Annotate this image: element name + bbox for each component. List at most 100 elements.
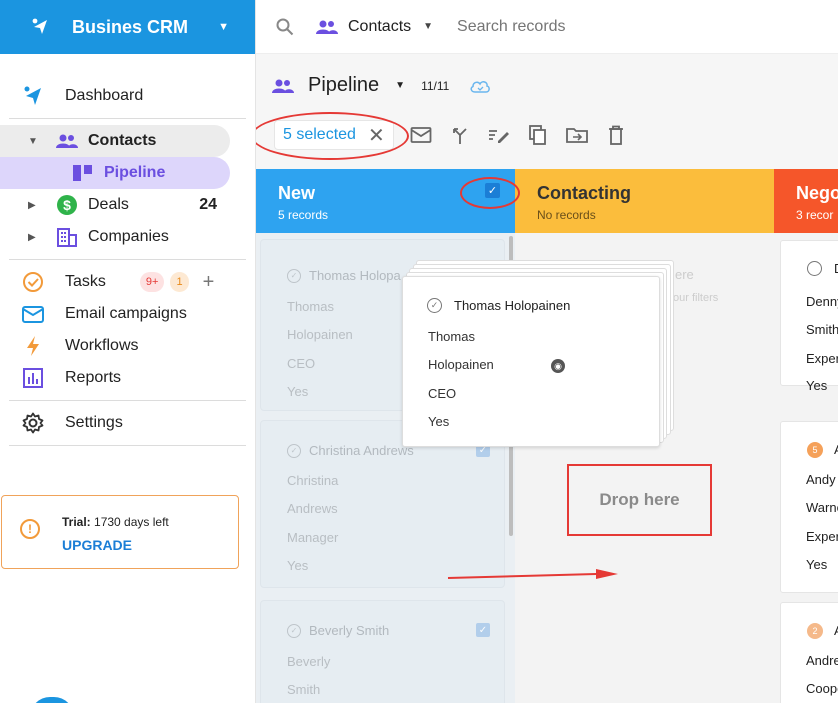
people-icon bbox=[272, 79, 294, 93]
column-title: Nego bbox=[796, 183, 838, 203]
card-checkbox[interactable]: ✓ bbox=[476, 623, 490, 637]
add-task-icon[interactable]: + bbox=[203, 271, 215, 294]
app-logo-icon bbox=[32, 18, 47, 34]
nav-deals[interactable]: ▶ $ Deals 24 bbox=[0, 189, 255, 221]
trash-icon[interactable] bbox=[604, 123, 628, 147]
nav-reports[interactable]: Reports bbox=[0, 362, 255, 394]
column-record-count: 5 records bbox=[278, 208, 329, 222]
nav-label: Pipeline bbox=[104, 164, 166, 181]
card-field: CEO bbox=[428, 386, 457, 401]
card-field: Warne bbox=[806, 500, 838, 515]
card-field: Yes bbox=[428, 414, 450, 429]
sidebar: Busines CRM ▼ Dashboard ▼ Contacts Pipel… bbox=[0, 0, 256, 703]
column-header-negotiation[interactable]: Nego 3 recor bbox=[774, 169, 838, 233]
entity-label: Contacts bbox=[348, 17, 412, 35]
check-circle-icon: ✓ bbox=[287, 268, 301, 283]
building-icon bbox=[56, 226, 78, 248]
people-icon bbox=[56, 130, 78, 152]
pipeline-icon bbox=[72, 162, 94, 184]
caret-down-icon[interactable]: ▼ bbox=[395, 80, 405, 91]
nav-label: Companies bbox=[88, 228, 169, 245]
nav-tasks[interactable]: Tasks 9+ 1 + bbox=[0, 266, 255, 298]
page-title[interactable]: Pipeline bbox=[308, 74, 379, 97]
nav-companies[interactable]: ▶ Companies bbox=[0, 221, 255, 253]
topbar: Contacts ▼ bbox=[256, 0, 838, 54]
card-field: Holopainen bbox=[428, 357, 494, 372]
caret-down-icon: ▼ bbox=[423, 21, 434, 32]
warning-icon: ! bbox=[20, 519, 40, 539]
trial-days: 1730 days left bbox=[94, 515, 169, 529]
pipeline-board: Pipeline ▼ 11/11 5 selected ✕ New 5 reco… bbox=[256, 54, 838, 703]
nav-workflows[interactable]: Workflows bbox=[0, 330, 255, 362]
caret-down-icon[interactable]: ▼ bbox=[218, 21, 229, 33]
divider bbox=[9, 400, 246, 401]
deal-card[interactable]: 2 A Andre Coope bbox=[780, 602, 838, 703]
card-title: Christina Andrews bbox=[309, 443, 414, 458]
copy-icon[interactable] bbox=[526, 123, 550, 147]
nav-contacts[interactable]: ▼ Contacts bbox=[0, 125, 230, 157]
brand-header[interactable]: Busines CRM ▼ bbox=[0, 0, 255, 54]
drop-zone[interactable]: Drop here bbox=[567, 464, 712, 536]
card-title: A bbox=[834, 623, 838, 638]
caret-right-icon[interactable]: ▶ bbox=[28, 200, 38, 211]
card-field: Andre bbox=[806, 653, 838, 668]
nav: Dashboard ▼ Contacts Pipeline ▶ $ Deals … bbox=[0, 54, 255, 446]
pipeline-header: Pipeline ▼ 11/11 bbox=[272, 74, 491, 97]
contact-card[interactable]: ✓ Beverly Smith ✓ Beverly Smith bbox=[260, 600, 505, 703]
help-button[interactable] bbox=[30, 697, 74, 703]
card-title: A bbox=[834, 442, 838, 457]
card-field: Yes bbox=[806, 378, 828, 393]
edit-icon[interactable] bbox=[487, 123, 511, 147]
search-icon[interactable] bbox=[276, 18, 294, 36]
nav-label: Reports bbox=[65, 369, 122, 386]
card-field: Manager bbox=[287, 530, 339, 545]
selection-highlight bbox=[256, 112, 409, 160]
upgrade-link[interactable]: UPGRADE bbox=[62, 537, 132, 553]
move-to-folder-icon[interactable] bbox=[565, 123, 589, 147]
merge-icon[interactable] bbox=[448, 123, 472, 147]
tasks-count-badge: 5 bbox=[807, 442, 823, 458]
check-circle-icon: ✓ bbox=[287, 443, 301, 458]
nav-label: Dashboard bbox=[65, 87, 144, 104]
check-circle-icon: ✓ bbox=[287, 623, 301, 638]
search-input[interactable] bbox=[457, 17, 718, 36]
deal-card[interactable]: D Denny Smith Exper Yes bbox=[780, 240, 838, 393]
entity-selector[interactable]: Contacts ▼ bbox=[316, 18, 433, 36]
card-field: Yes bbox=[287, 558, 309, 573]
divider bbox=[9, 445, 246, 446]
tasks-count-badge: 2 bbox=[807, 623, 823, 639]
email-icon[interactable] bbox=[409, 123, 433, 147]
card-title: Thomas Holopainen bbox=[454, 298, 571, 313]
card-field: Smith bbox=[806, 322, 838, 337]
card-field: Christina bbox=[287, 473, 339, 488]
nav-email-campaigns[interactable]: Email campaigns bbox=[0, 298, 255, 330]
dollar-icon: $ bbox=[56, 194, 78, 216]
card-title: Beverly Smith bbox=[309, 623, 390, 638]
caret-right-icon[interactable]: ▶ bbox=[28, 232, 38, 243]
trial-label: Trial: bbox=[62, 515, 91, 529]
empty-hint: our filters bbox=[673, 292, 719, 304]
nav-label: Settings bbox=[65, 414, 123, 431]
nav-dashboard[interactable]: Dashboard bbox=[0, 80, 255, 112]
caret-down-icon[interactable]: ▼ bbox=[28, 136, 38, 147]
mail-icon bbox=[21, 302, 45, 326]
dragged-card[interactable]: ✓ Thomas Holopainen Thomas Holopainen CEO… bbox=[402, 276, 660, 447]
divider bbox=[9, 118, 246, 119]
cloud-sync-icon[interactable] bbox=[469, 78, 491, 94]
globe-icon: ◉ bbox=[551, 359, 565, 373]
nav-pipeline[interactable]: Pipeline bbox=[0, 157, 230, 189]
card-field: Coope bbox=[806, 681, 838, 696]
card-field: Beverly bbox=[287, 654, 331, 669]
deal-card[interactable]: 5 A Andy Warne Exper Yes bbox=[780, 421, 838, 593]
deals-count: 24 bbox=[199, 196, 217, 213]
divider bbox=[9, 259, 246, 260]
nav-settings[interactable]: Settings bbox=[0, 407, 255, 439]
column-header-contacting[interactable]: Contacting No records bbox=[515, 169, 774, 233]
lightning-icon bbox=[21, 334, 45, 358]
nav-label: Workflows bbox=[65, 337, 139, 354]
card-field: Andy bbox=[806, 472, 836, 487]
svg-text:$: $ bbox=[63, 197, 71, 213]
check-circle-icon bbox=[21, 270, 45, 294]
dashboard-icon bbox=[21, 84, 45, 108]
card-field: Thomas bbox=[287, 299, 334, 314]
